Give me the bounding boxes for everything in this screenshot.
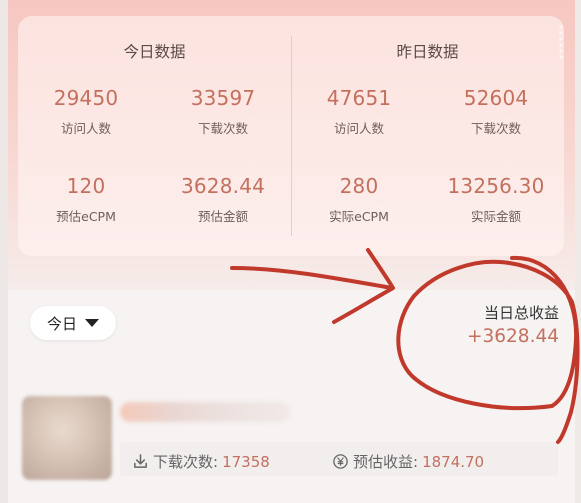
today-amount: 3628.44 预估金额 [155, 174, 291, 225]
yesterday-amount-label: 实际金额 [470, 209, 521, 224]
today-ecpm: 120 预估eCPM [18, 174, 154, 225]
item-metrics-bar: 下载次数: 17358 预估收益: 1874.70 [120, 442, 558, 476]
stats-card: 今日数据 29450 访问人数 33597 下载次数 120 预估eCPM 36… [18, 16, 564, 256]
yesterday-amount-value: 13256.30 [447, 174, 545, 198]
date-filter-dropdown[interactable]: 今日 [30, 306, 116, 340]
right-edge [575, 0, 581, 503]
caret-down-icon [85, 319, 99, 327]
item-revenue-label: 预估收益: [353, 453, 419, 471]
today-visitors-value: 29450 [53, 86, 119, 110]
download-icon [134, 454, 147, 468]
yen-coin-icon [333, 454, 348, 469]
today-visitors-label: 访问人数 [60, 121, 111, 136]
yesterday-downloads-label: 下载次数 [470, 121, 521, 136]
today-amount-value: 3628.44 [180, 174, 266, 198]
yesterday-ecpm-label: 实际eCPM [329, 209, 389, 224]
yesterday-visitors-label: 访问人数 [333, 121, 384, 136]
yesterday-panel: 昨日数据 47651 访问人数 52604 下载次数 280 实际eCPM 13… [291, 16, 564, 256]
yesterday-ecpm-value: 280 [339, 174, 379, 198]
today-visitors: 29450 访问人数 [18, 86, 154, 137]
today-ecpm-value: 120 [66, 174, 106, 198]
item-revenue-value: 1874.70 [422, 452, 485, 471]
yesterday-visitors: 47651 访问人数 [291, 86, 427, 137]
item-downloads-value: 17358 [222, 452, 270, 471]
today-title: 今日数据 [123, 43, 186, 61]
left-edge [0, 0, 8, 503]
yesterday-ecpm: 280 实际eCPM [291, 174, 427, 225]
yesterday-title: 昨日数据 [396, 43, 459, 61]
today-downloads-value: 33597 [190, 86, 256, 110]
today-panel: 今日数据 29450 访问人数 33597 下载次数 120 预估eCPM 36… [18, 16, 291, 256]
date-filter-label: 今日 [46, 314, 77, 333]
today-amount-label: 预估金额 [197, 209, 248, 224]
today-downloads: 33597 下载次数 [155, 86, 291, 137]
daily-total-value: +3628.44 [466, 326, 559, 347]
item-revenue: 预估收益: 1874.70 [332, 451, 484, 472]
daily-total-label: 当日总收益 [483, 304, 559, 322]
yesterday-amount: 13256.30 实际金额 [428, 174, 564, 225]
yesterday-downloads: 52604 下载次数 [428, 86, 564, 137]
item-thumbnail[interactable] [22, 396, 112, 480]
today-ecpm-label: 预估eCPM [56, 209, 116, 224]
item-title-redacted [120, 402, 290, 422]
item-downloads: 下载次数: 17358 [132, 451, 270, 472]
today-downloads-label: 下载次数 [197, 121, 248, 136]
yesterday-visitors-value: 47651 [326, 86, 392, 110]
yesterday-downloads-value: 52604 [463, 86, 529, 110]
item-downloads-label: 下载次数: [153, 453, 219, 471]
